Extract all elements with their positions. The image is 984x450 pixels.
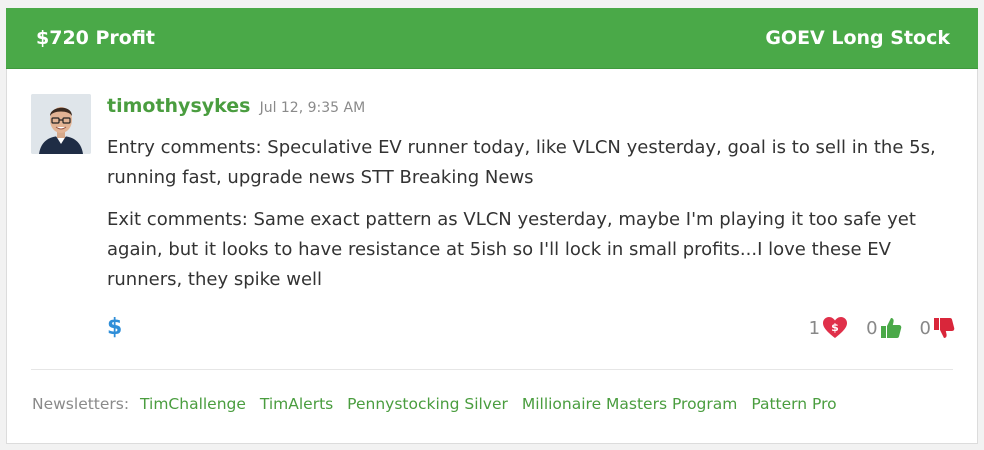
newsletters-label: Newsletters: — [32, 395, 130, 413]
exit-comment: Exit comments: Same exact pattern as VLC… — [107, 209, 916, 290]
post-timestamp: Jul 12, 9:35 AM — [259, 100, 366, 116]
thumbs-up-count: 0 — [866, 317, 878, 339]
avatar-image — [31, 94, 91, 154]
profit-title: $720 Profit — [36, 27, 156, 49]
trade-header: $720 Profit GOEV Long Stock — [6, 8, 978, 69]
avatar[interactable] — [31, 94, 91, 154]
thumbs-down-reaction[interactable]: 0 — [920, 316, 955, 340]
username-link[interactable]: timothysykes — [107, 95, 250, 117]
newsletter-link-pennystocking-silver[interactable]: Pennystocking Silver — [347, 395, 508, 413]
newsletter-link-timalerts[interactable]: TimAlerts — [260, 395, 333, 413]
trade-card: $720 Profit GOEV Long Stock timothysykes… — [6, 8, 978, 444]
newsletters-bar: Newsletters: TimChallenge TimAlerts Penn… — [32, 395, 840, 413]
dollar-icon[interactable]: $ — [107, 315, 122, 340]
newsletter-link-pattern-pro[interactable]: Pattern Pro — [751, 395, 836, 413]
thumbs-down-icon — [934, 318, 955, 338]
entry-comment: Entry comments: Speculative EV runner to… — [107, 137, 936, 188]
trade-title[interactable]: GOEV Long Stock — [765, 27, 950, 49]
heart-reaction[interactable]: 1 $ — [809, 316, 848, 340]
divider — [31, 369, 953, 370]
thumbs-down-count: 0 — [919, 317, 931, 339]
newsletter-link-timchallenge[interactable]: TimChallenge — [140, 395, 246, 413]
reactions-bar: 1 $ 0 0 — [791, 315, 955, 341]
thumbs-up-icon — [880, 318, 901, 338]
heart-count: 1 — [808, 317, 821, 339]
post-header: timothysykes Jul 12, 9:35 AM — [107, 95, 365, 117]
thumbs-up-reaction[interactable]: 0 — [866, 316, 901, 340]
heart-dollar-icon: $ — [823, 317, 848, 338]
svg-text:$: $ — [831, 321, 839, 334]
newsletter-link-millionaire-masters[interactable]: Millionaire Masters Program — [522, 395, 738, 413]
